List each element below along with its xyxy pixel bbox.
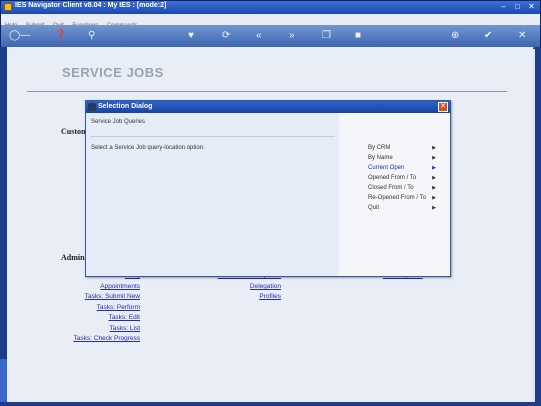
close-icon[interactable]: ✕ [518, 30, 526, 42]
arrow-right-icon: ▶ [432, 165, 436, 171]
dialog-options-pane: By CRM ▶ By Name ▶ Current Open ▶ Opened Fr… [339, 113, 450, 276]
app-icon [4, 3, 12, 11]
dialog-separator [90, 136, 335, 137]
link-profiles[interactable]: Profiles [259, 293, 281, 300]
maximize-icon[interactable]: □ [512, 2, 523, 12]
arrow-right-icon: ▶ [432, 205, 436, 211]
page-title: SERVICE JOBS [62, 65, 164, 80]
key-icon[interactable]: ◯— [9, 30, 30, 42]
option-quit[interactable]: Quit ▶ [368, 205, 438, 211]
title-divider [27, 91, 507, 92]
dialog-close-icon[interactable]: ✕ [438, 102, 448, 112]
section-customer: Custom [61, 127, 88, 136]
option-reopened-from-to[interactable]: Re-Opened From / To ▶ [368, 195, 438, 201]
copy-icon[interactable]: ❐ [322, 30, 331, 42]
arrow-right-icon: ▶ [432, 155, 436, 161]
dialog-title: Selection Dialog [98, 103, 153, 110]
arrow-right-icon: ▶ [432, 145, 436, 151]
link-tasks-list[interactable]: Tasks: List [110, 325, 140, 332]
add-icon[interactable]: ⊕ [451, 30, 459, 42]
dialog-title-bar: Selection Dialog ✕ [86, 101, 450, 113]
option-closed-from-to[interactable]: Closed From / To ▶ [368, 185, 438, 191]
refresh-icon[interactable]: ⟳ [222, 30, 230, 42]
arrow-right-icon: ▶ [432, 195, 436, 201]
heart-icon[interactable]: ♥ [188, 30, 194, 42]
help-icon[interactable]: ❓ [54, 30, 66, 42]
window-title: IES Navigator Client v8.04 : My IES : [m… [15, 2, 167, 9]
right-strip [535, 47, 541, 404]
minimize-icon[interactable]: – [498, 2, 509, 12]
arrow-right-icon: ▶ [432, 175, 436, 181]
search-icon[interactable]: ⚲ [88, 30, 95, 42]
left-strip [0, 47, 7, 404]
bottom-border [0, 402, 541, 406]
stop-icon[interactable]: ■ [355, 30, 361, 42]
dialog-prompt: Select a Service Job query-location opti… [91, 145, 205, 151]
link-delegation[interactable]: Delegation [250, 283, 281, 290]
option-by-name[interactable]: By Name ▶ [368, 155, 438, 161]
arrow-right-icon: ▶ [432, 185, 436, 191]
option-by-crm[interactable]: By CRM ▶ [368, 145, 438, 151]
dialog-app-icon [88, 103, 96, 111]
link-tasks-submit-new[interactable]: Tasks: Submit New [85, 293, 140, 300]
link-tasks-check-progress[interactable]: Tasks: Check Progress [74, 335, 140, 342]
section-admin: Admini [61, 253, 87, 262]
back-icon[interactable]: « [256, 30, 262, 42]
option-current-open[interactable]: Current Open ▶ [368, 165, 438, 171]
link-appointments[interactable]: Appointments [100, 283, 140, 290]
link-tasks-perform[interactable]: Tasks: Perform [97, 304, 140, 311]
option-opened-from-to[interactable]: Opened From / To ▶ [368, 175, 438, 181]
check-icon[interactable]: ✔ [484, 30, 492, 42]
dialog-heading: Service Job Queries [91, 119, 146, 125]
title-bar: IES Navigator Client v8.04 : My IES : [m… [1, 1, 540, 14]
dialog-message-pane: Service Job Queries Select a Service Job… [86, 113, 339, 276]
toolbar: ◯— ❓ ⚲ ♥ ⟳ « » ❐ ■ ⊕ ✔ ✕ [1, 25, 540, 49]
forward-icon[interactable]: » [289, 30, 295, 42]
link-tasks-edit[interactable]: Tasks: Edit [109, 314, 140, 321]
close-icon[interactable]: ✕ [526, 2, 537, 12]
selection-dialog: Selection Dialog ✕ Service Job Queries S… [85, 100, 451, 277]
